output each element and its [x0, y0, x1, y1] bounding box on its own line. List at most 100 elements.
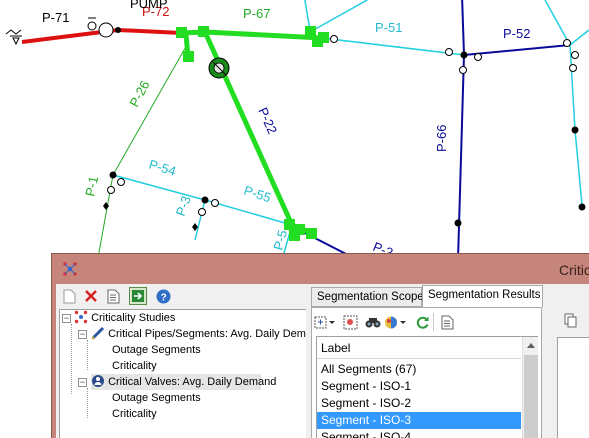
isolation-valve-icon[interactable]	[211, 199, 219, 207]
pipe-p72[interactable]	[117, 28, 183, 35]
junction-node[interactable]	[578, 203, 586, 211]
tab-segmentation-scope[interactable]: Segmentation Scope	[311, 287, 424, 307]
isolation-valve-icon[interactable]	[445, 48, 453, 56]
tree-item-outage-segments[interactable]: Outage Segments	[112, 390, 201, 406]
isolation-valve-icon[interactable]	[571, 51, 579, 59]
segments-list[interactable]: Label All Segments (67) Segment - ISO-1 …	[316, 336, 538, 438]
dialog-title-bar[interactable]: Critic	[52, 254, 589, 284]
tree-item-label: Criticality	[112, 408, 157, 420]
tree-item-criticality[interactable]: Criticality	[112, 406, 157, 422]
tree-connector	[71, 324, 72, 394]
isolation-valve-icon[interactable]	[330, 35, 338, 43]
tab-label: Segmentation Scope	[317, 291, 424, 303]
scroll-up-arrow-icon[interactable]	[523, 337, 539, 353]
select-dropdown-icon[interactable]	[314, 313, 336, 331]
list-item[interactable]: Segment - ISO-1	[317, 378, 521, 395]
toolbar-separator	[433, 313, 434, 331]
zoom-icon[interactable]	[341, 313, 359, 331]
junction-node[interactable]	[571, 126, 579, 134]
tree-item-label: Critical Valves: Avg. Daily Demand	[108, 376, 277, 388]
report-icon[interactable]	[438, 313, 456, 331]
pipe-cyan-corner[interactable]	[569, 29, 589, 46]
list-item-selected[interactable]: Segment - ISO-3	[317, 412, 521, 429]
tree-item-critical-valves[interactable]: Critical Valves: Avg. Daily Demand	[91, 374, 276, 390]
isolation-valve-icon[interactable]	[569, 64, 577, 72]
isolation-valve-icon[interactable]	[474, 53, 482, 61]
junction-node[interactable]	[115, 27, 121, 33]
copy-icon[interactable]	[562, 311, 580, 329]
studies-pane: ? − Criticality Studies − Critical Pipes…	[56, 284, 306, 438]
studies-tree[interactable]: − Criticality Studies − Critical Pipes/S…	[59, 309, 306, 438]
tree-root[interactable]: Criticality Studies	[74, 310, 175, 326]
tree-connector	[87, 388, 88, 418]
pipe-cyan-right-top[interactable]	[544, 0, 571, 46]
valve-node[interactable]	[198, 26, 209, 37]
junction-node[interactable]	[460, 51, 468, 59]
pipe-label: P-51	[375, 20, 402, 35]
valve-node[interactable]	[284, 219, 295, 230]
vertical-scrollbar[interactable]	[522, 337, 538, 438]
isolation-valve-icon[interactable]	[563, 39, 571, 47]
list-item[interactable]: All Segments (67)	[317, 361, 521, 378]
pipe-p26[interactable]	[112, 42, 189, 176]
find-icon[interactable]	[364, 313, 382, 331]
tree-item-critical-pipes[interactable]: Critical Pipes/Segments: Avg. Daily Dem	[91, 326, 306, 342]
reservoir-icon[interactable]	[5, 29, 22, 46]
pump-icon[interactable]	[208, 57, 230, 79]
valve-node[interactable]	[289, 230, 300, 241]
junction-node[interactable]	[201, 196, 209, 204]
studies-toolbar: ?	[56, 284, 306, 308]
tab-segmentation-results[interactable]: Segmentation Results	[422, 285, 543, 308]
pipe-p67[interactable]	[202, 29, 325, 41]
list-item[interactable]: Segment - ISO-2	[317, 395, 521, 412]
pipe-icon	[91, 326, 105, 340]
pipe-p66[interactable]	[457, 54, 465, 261]
tree-collapse-toggle[interactable]: −	[78, 330, 87, 339]
dialog-title: Critic	[559, 262, 589, 278]
pipe-cyan-right2[interactable]	[574, 129, 583, 206]
new-document-icon[interactable]	[60, 287, 78, 305]
isolation-valve-icon[interactable]	[117, 178, 125, 186]
tree-item-outage-segments[interactable]: Outage Segments	[112, 342, 201, 358]
list-item[interactable]: Segment - ISO-4	[317, 429, 521, 438]
help-icon[interactable]: ?	[154, 287, 172, 305]
pipe-label: P-3	[173, 194, 194, 218]
tree-root-label: Criticality Studies	[91, 312, 176, 324]
junction-node[interactable]	[454, 219, 462, 227]
valve-node[interactable]	[305, 26, 316, 37]
tree-collapse-toggle[interactable]: −	[62, 314, 71, 323]
pipe-p67-up[interactable]	[309, 0, 385, 33]
scrollbar-thumb[interactable]	[524, 355, 538, 438]
junction-node[interactable]	[109, 171, 117, 179]
isolation-valve-icon[interactable]	[107, 186, 115, 194]
column-header-label[interactable]: Label	[317, 337, 521, 359]
pipe-p54[interactable]	[112, 174, 206, 201]
segmentation-pane: Segmentation Scope Segmentation Results	[311, 284, 589, 438]
pipe-p51[interactable]	[321, 37, 465, 56]
pipe-label: P-22	[255, 105, 280, 136]
isolation-valve-icon[interactable]	[198, 208, 206, 216]
compute-icon[interactable]	[129, 287, 147, 305]
isolation-valve-icon[interactable]	[459, 66, 467, 74]
report-icon[interactable]	[104, 287, 122, 305]
pump-label: PUMP	[130, 0, 168, 11]
delete-icon[interactable]	[82, 287, 100, 305]
valve-node[interactable]	[306, 228, 317, 239]
refresh-icon[interactable]	[413, 313, 431, 331]
tree-collapse-toggle[interactable]: −	[78, 378, 87, 387]
tree-item-label: Outage Segments	[112, 344, 201, 356]
tree-item-criticality[interactable]: Criticality	[112, 358, 157, 374]
pipe-label: P-54	[147, 157, 178, 179]
pipe-navy-top[interactable]	[461, 0, 465, 56]
criticality-icon	[74, 310, 88, 324]
pipe-cyan-top[interactable]	[304, 0, 311, 31]
pipe-p3[interactable]	[194, 199, 206, 241]
valve-node[interactable]	[176, 27, 187, 38]
pipe-label: P-55	[242, 183, 273, 206]
valve-node[interactable]	[183, 51, 194, 62]
results-toolbar	[314, 310, 539, 332]
details-box	[557, 337, 589, 438]
tab-label: Segmentation Results	[428, 289, 541, 301]
valve-node[interactable]	[312, 36, 323, 47]
color-code-icon[interactable]	[384, 313, 408, 331]
